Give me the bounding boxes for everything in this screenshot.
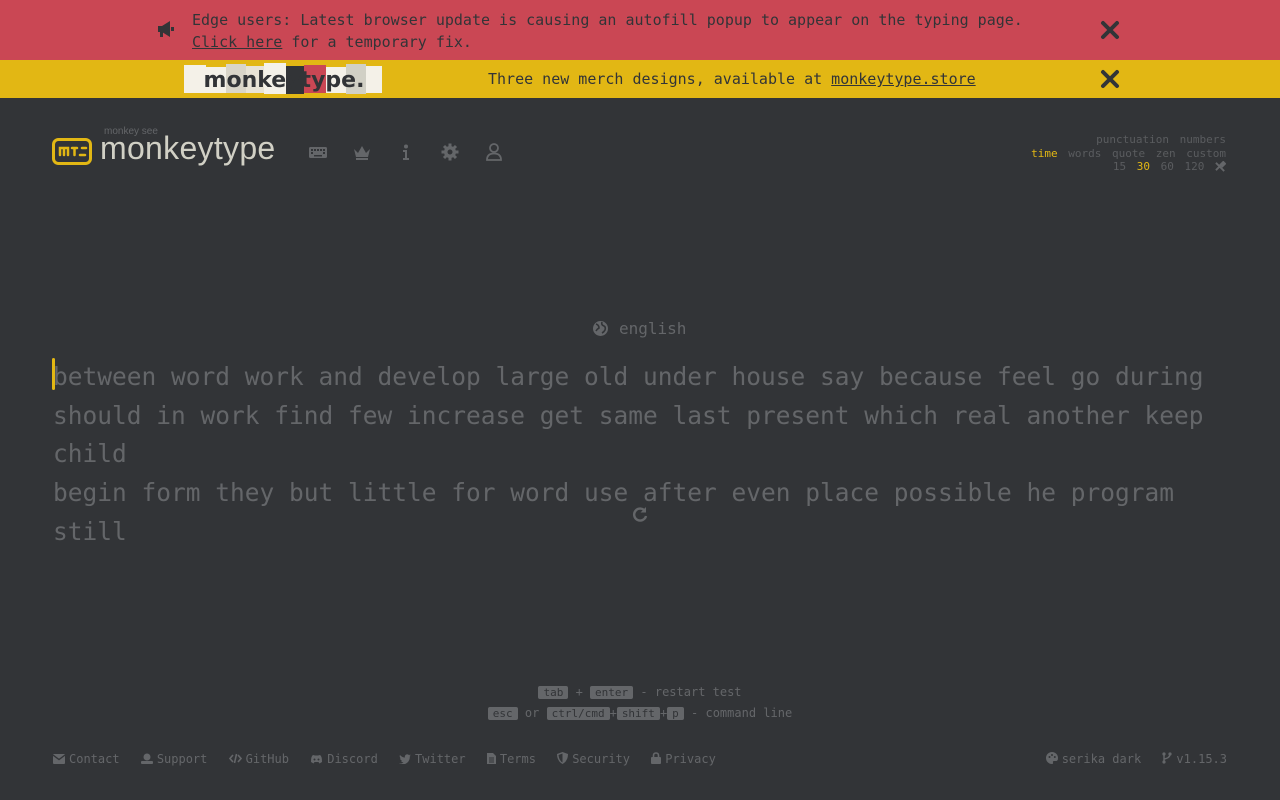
key-tab: tab [538, 686, 569, 699]
config-numbers[interactable]: numbers [1180, 133, 1226, 146]
shield-icon [557, 752, 569, 764]
lock-icon [651, 752, 662, 764]
envelope-icon [53, 754, 65, 764]
merch-store-link[interactable]: monkeytype.store [831, 70, 976, 88]
footer-terms-label: Terms [499, 752, 536, 766]
merch-text: Three new merch designs, available at [488, 70, 832, 88]
code-icon [228, 753, 242, 764]
footer-security-label: Security [572, 752, 630, 766]
footer-twitter-label: Twitter [415, 752, 466, 766]
logo[interactable]: monkey see monkeytype [52, 126, 312, 172]
config-time-60[interactable]: 60 [1161, 160, 1174, 173]
test-config: punctuation numbers time words quote zen… [1027, 133, 1227, 174]
hint-command-line: esc or ctrl/cmd + shift + p - command line [0, 703, 1280, 724]
footer-version-label: v1.15.3 [1176, 752, 1227, 766]
config-time-120[interactable]: 120 [1185, 160, 1205, 173]
code-branch-icon [1162, 752, 1173, 764]
svg-text:monkeytype.: monkeytype. [204, 68, 365, 93]
language-selector[interactable]: english [592, 319, 686, 338]
palette-icon [1045, 752, 1058, 764]
footer-meta: serika dark v1.15.3 [1032, 752, 1227, 766]
footer-theme[interactable]: serika dark [1045, 752, 1142, 766]
crown-icon[interactable] [352, 142, 372, 162]
merch-logo: monkeytype. [184, 63, 382, 94]
merch-message: Three new merch designs, available at mo… [488, 69, 976, 89]
alert-fix-link[interactable]: Click here [192, 33, 282, 51]
config-mode-quote[interactable]: quote [1112, 147, 1145, 160]
wrench-icon[interactable] [1215, 160, 1227, 172]
words-line-1: between word work and develop large old … [53, 362, 1204, 391]
logo-title: monkeytype [100, 130, 276, 166]
close-merch-icon[interactable] [1100, 69, 1120, 89]
footer-github-label: GitHub [245, 752, 289, 766]
footer-privacy-label: Privacy [665, 752, 716, 766]
config-row-modes: time words quote zen custom [1027, 147, 1226, 161]
footer-links: Contact Support GitHub Discord Twitter T… [53, 752, 730, 766]
discord-icon [311, 755, 323, 764]
footer-discord-label: Discord [327, 752, 378, 766]
config-mode-custom[interactable]: custom [1186, 147, 1226, 160]
globe-icon [593, 321, 608, 336]
footer-theme-label: serika dark [1061, 752, 1142, 766]
user-icon[interactable] [484, 142, 504, 162]
megaphone-icon [158, 21, 174, 37]
gear-icon[interactable] [440, 142, 460, 162]
keyboard-icon[interactable] [308, 142, 328, 162]
config-row-durations: 15 30 60 120 [1027, 160, 1227, 174]
key-ctrl-cmd: ctrl/cmd [546, 707, 610, 720]
alert-text: Edge users: Latest browser update is cau… [192, 11, 1023, 29]
key-enter: enter [590, 686, 634, 699]
footer-security[interactable]: Security [557, 752, 630, 766]
hint-or: or [524, 706, 540, 720]
alert-text-after: for a temporary fix. [282, 33, 472, 51]
hint-plus-1: + [609, 706, 617, 720]
alert-banner: Edge users: Latest browser update is cau… [0, 0, 1280, 60]
config-row-modifiers: punctuation numbers [1027, 133, 1226, 147]
config-mode-words[interactable]: words [1068, 147, 1101, 160]
footer-version[interactable]: v1.15.3 [1162, 752, 1227, 766]
config-punctuation[interactable]: punctuation [1096, 133, 1169, 146]
footer-contact-label: Contact [69, 752, 120, 766]
document-icon [486, 753, 496, 764]
merch-banner: monkeytype. Three new merch designs, ava… [0, 60, 1280, 98]
language-label: english [619, 319, 687, 338]
twitter-icon [399, 754, 412, 764]
footer-support-label: Support [156, 752, 208, 766]
key-esc: esc [487, 707, 518, 720]
donate-icon [140, 753, 153, 764]
footer-privacy[interactable]: Privacy [651, 752, 716, 766]
hint-plus: + [575, 685, 583, 699]
alert-message: Edge users: Latest browser update is cau… [192, 9, 1023, 53]
keyboard-hints: tab + enter - restart test esc or ctrl/c… [0, 682, 1280, 724]
footer-support[interactable]: Support [140, 752, 208, 766]
config-mode-zen[interactable]: zen [1156, 147, 1176, 160]
config-mode-time[interactable]: time [1031, 147, 1058, 160]
footer-contact[interactable]: Contact [53, 752, 120, 766]
config-time-15[interactable]: 15 [1113, 160, 1126, 173]
footer-terms[interactable]: Terms [486, 752, 536, 766]
restart-icon[interactable] [631, 506, 649, 524]
hint-restart-text: - restart test [640, 685, 742, 699]
hint-restart: tab + enter - restart test [0, 682, 1280, 703]
logo-icon [52, 138, 92, 165]
words-line-2: should in work find few increase get sam… [53, 400, 1204, 469]
footer-github[interactable]: GitHub [228, 752, 289, 766]
footer-twitter[interactable]: Twitter [399, 752, 466, 766]
info-icon[interactable] [396, 142, 416, 162]
hint-command-text: - command line [691, 706, 793, 720]
config-time-30[interactable]: 30 [1137, 160, 1150, 173]
close-alert-icon[interactable] [1100, 20, 1120, 40]
key-p: p [667, 707, 684, 720]
key-shift: shift [616, 707, 660, 720]
footer-discord[interactable]: Discord [310, 752, 378, 766]
